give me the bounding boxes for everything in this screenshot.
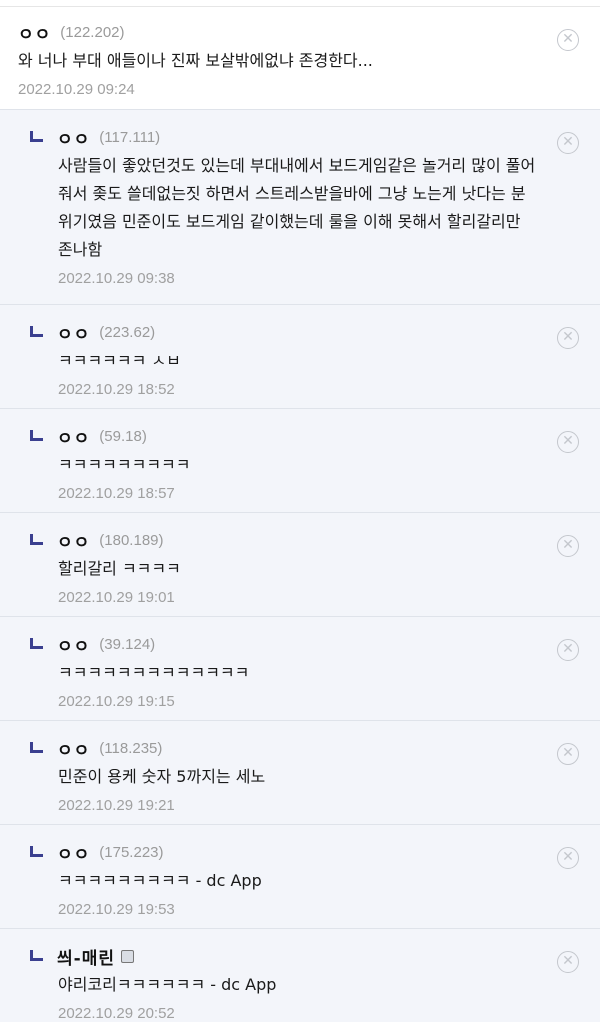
reply-item: ㅇㅇ (223.62) ㅋㅋㅋㅋㅋㅋ ㅅㅂ 2022.10.29 18:52 ✕ <box>0 305 600 409</box>
comment-ip: (175.223) <box>99 843 164 861</box>
comment-ip: (117.111) <box>99 128 161 146</box>
reply-arrow-icon <box>30 533 43 545</box>
delete-icon[interactable]: ✕ <box>557 639 579 661</box>
reply-arrow-icon <box>30 637 43 649</box>
reply-item: 씌-매린 야리코리ㅋㅋㅋㅋㅋㅋ - dc App 2022.10.29 20:5… <box>0 929 600 1022</box>
comment-nickname[interactable]: ㅇㅇ <box>57 528 90 553</box>
comment-nickname[interactable]: ㅇㅇ <box>57 736 90 761</box>
comment-date: 2022.10.29 18:57 <box>58 485 175 502</box>
comment-date: 2022.10.29 09:38 <box>58 270 175 287</box>
reply-item: ㅇㅇ (118.235) 민준이 용케 숫자 5까지는 세노 2022.10.2… <box>0 721 600 825</box>
comment-ip: (122.202) <box>60 23 125 41</box>
comment-ip: (39.124) <box>99 635 156 653</box>
delete-icon[interactable]: ✕ <box>557 132 579 154</box>
comment-date: 2022.10.29 19:53 <box>58 901 175 918</box>
comment-date: 2022.10.29 20:52 <box>58 1005 175 1022</box>
comment-date: 2022.10.29 19:15 <box>58 693 175 710</box>
reply-arrow-icon <box>30 741 43 753</box>
comment-text: ㅋㅋㅋㅋㅋㅋ ㅅㅂ <box>58 351 181 370</box>
delete-icon[interactable]: ✕ <box>557 951 579 973</box>
comment-item: ㅇㅇ (122.202) 와 너나 부대 애들이나 진짜 보살밖에없냐 존경한다… <box>0 7 600 110</box>
reply-arrow-icon <box>30 325 43 337</box>
reply-item: ㅇㅇ (117.111) 사람들이 좋았던것도 있는데 부대내에서 보드게임같은… <box>0 110 600 305</box>
comment-ip: (118.235) <box>99 739 163 757</box>
delete-icon[interactable]: ✕ <box>557 743 579 765</box>
reply-arrow-icon <box>30 130 43 142</box>
member-badge-icon <box>120 949 134 963</box>
reply-item: ㅇㅇ (180.189) 할리갈리 ㅋㅋㅋㅋ 2022.10.29 19:01 … <box>0 513 600 617</box>
reply-item: ㅇㅇ (59.18) ㅋㅋㅋㅋㅋㅋㅋㅋㅋ 2022.10.29 18:57 ✕ <box>0 409 600 513</box>
comment-nickname[interactable]: ㅇㅇ <box>18 20 51 45</box>
delete-icon[interactable]: ✕ <box>557 847 579 869</box>
comment-text: 야리코리ㅋㅋㅋㅋㅋㅋ - dc App <box>58 975 277 994</box>
delete-icon[interactable]: ✕ <box>557 29 579 51</box>
comment-text: 민준이 용케 숫자 5까지는 세노 <box>58 767 266 786</box>
comment-nickname[interactable]: ㅇㅇ <box>57 125 90 150</box>
comment-nickname[interactable]: ㅇㅇ <box>57 424 90 449</box>
reply-item: ㅇㅇ (39.124) ㅋㅋㅋㅋㅋㅋㅋㅋㅋㅋㅋㅋㅋ 2022.10.29 19:… <box>0 617 600 721</box>
comment-text: 와 너나 부대 애들이나 진짜 보살밖에없냐 존경한다... <box>18 51 373 70</box>
reply-arrow-icon <box>30 429 43 441</box>
comment-text: ㅋㅋㅋㅋㅋㅋㅋㅋㅋ - dc App <box>58 871 262 890</box>
comment-date: 2022.10.29 09:24 <box>18 81 135 98</box>
comment-nickname[interactable]: ㅇㅇ <box>57 632 90 657</box>
comment-ip: (59.18) <box>99 427 147 445</box>
reply-arrow-icon <box>30 845 43 857</box>
comment-text: 할리갈리 ㅋㅋㅋㅋ <box>58 559 181 578</box>
comment-text: ㅋㅋㅋㅋㅋㅋㅋㅋㅋㅋㅋㅋㅋ <box>58 663 250 682</box>
delete-icon[interactable]: ✕ <box>557 431 579 453</box>
comment-date: 2022.10.29 19:21 <box>58 797 175 814</box>
delete-icon[interactable]: ✕ <box>557 535 579 557</box>
comment-date: 2022.10.29 19:01 <box>58 589 175 606</box>
comment-nickname[interactable]: 씌-매린 <box>57 944 115 969</box>
comment-text: ㅋㅋㅋㅋㅋㅋㅋㅋㅋ <box>58 455 191 474</box>
top-divider <box>0 0 600 7</box>
comment-nickname[interactable]: ㅇㅇ <box>57 840 90 865</box>
comment-nickname[interactable]: ㅇㅇ <box>57 320 90 345</box>
reply-arrow-icon <box>30 949 43 961</box>
comment-ip: (180.189) <box>99 531 164 549</box>
comment-text: 사람들이 좋았던것도 있는데 부대내에서 보드게임같은 놀거리 많이 풀어줘서 … <box>58 156 536 259</box>
comment-date: 2022.10.29 18:52 <box>58 381 175 398</box>
comment-list: ㅇㅇ (122.202) 와 너나 부대 애들이나 진짜 보살밖에없냐 존경한다… <box>0 7 600 1022</box>
comment-ip: (223.62) <box>99 323 156 341</box>
reply-item: ㅇㅇ (175.223) ㅋㅋㅋㅋㅋㅋㅋㅋㅋ - dc App 2022.10.… <box>0 825 600 929</box>
delete-icon[interactable]: ✕ <box>557 327 579 349</box>
